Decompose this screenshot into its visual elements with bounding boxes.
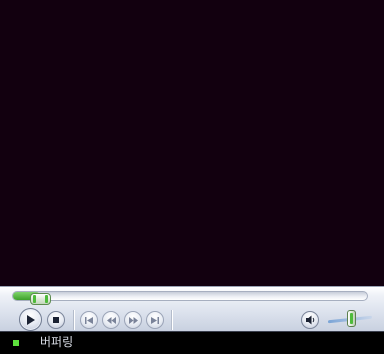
play-button[interactable] <box>19 308 42 331</box>
seek-bar[interactable] <box>12 291 368 305</box>
rewind-icon <box>106 316 116 324</box>
media-player: 버퍼링 <box>0 0 384 354</box>
volume-thumb[interactable] <box>347 310 356 327</box>
play-icon <box>27 314 35 325</box>
stop-button[interactable] <box>47 311 65 329</box>
speaker-icon <box>305 315 314 325</box>
fast-forward-icon <box>128 316 138 324</box>
divider <box>171 310 172 330</box>
skip-next-icon <box>151 316 159 324</box>
seek-thumb[interactable] <box>30 293 51 305</box>
fast-forward-button[interactable] <box>124 311 142 329</box>
video-area[interactable] <box>0 0 384 286</box>
status-bar: 버퍼링 <box>0 331 384 354</box>
control-panel <box>0 286 384 331</box>
volume-slider[interactable] <box>328 310 372 327</box>
rewind-button[interactable] <box>102 311 120 329</box>
status-text: 버퍼링 <box>40 335 74 349</box>
skip-previous-icon <box>85 316 93 324</box>
status-indicator <box>13 340 19 346</box>
next-button[interactable] <box>146 311 164 329</box>
previous-button[interactable] <box>80 311 98 329</box>
mute-button[interactable] <box>301 311 319 329</box>
divider <box>73 310 74 330</box>
stop-icon <box>53 317 59 323</box>
